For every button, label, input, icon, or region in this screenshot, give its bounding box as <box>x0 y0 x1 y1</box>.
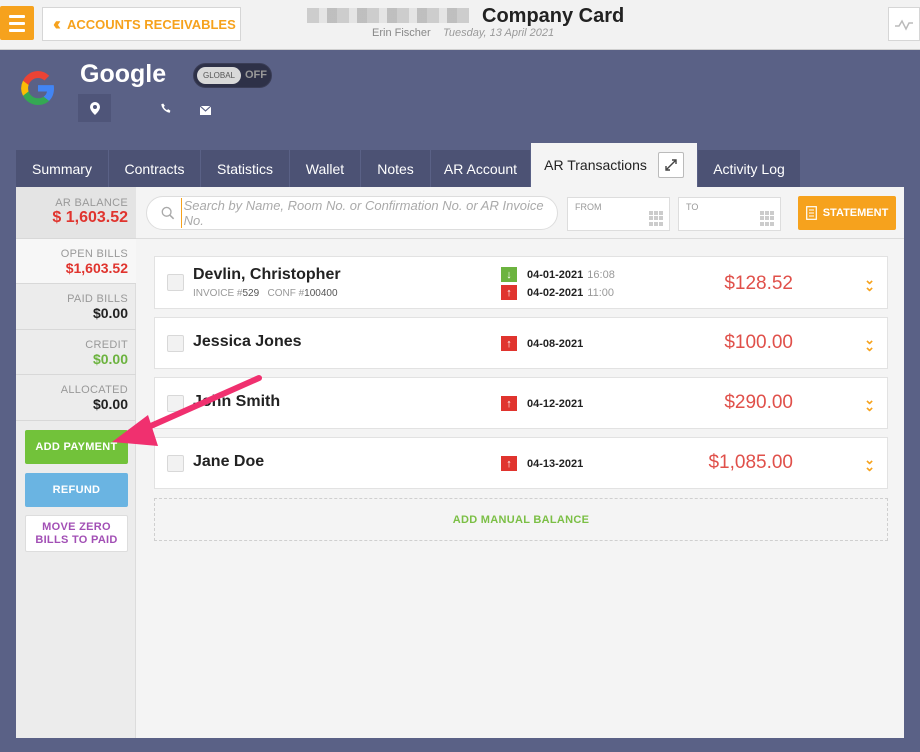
mail-icon[interactable] <box>199 102 212 120</box>
tab-contracts[interactable]: Contracts <box>109 150 200 187</box>
arrow-down-icon: ↓ <box>501 267 517 282</box>
departure-date: ↑ 04-13-2021 <box>501 456 583 471</box>
double-chevron-down-icon[interactable]: ⌄ ⌄ <box>864 273 875 293</box>
phone-icon[interactable] <box>161 101 172 119</box>
google-logo <box>16 66 60 110</box>
departure-date: ↑ 04-08-2021 <box>501 336 583 351</box>
guest-name: John Smith <box>193 393 281 410</box>
document-icon <box>805 206 817 220</box>
double-chevron-down-icon[interactable]: ⌄ ⌄ <box>864 333 875 353</box>
guest-name: Devlin, Christopher <box>193 266 341 283</box>
user-name: Erin Fischer <box>372 27 431 39</box>
back-to-accounts-receivables-button[interactable]: ‹‹ ACCOUNTS RECEIVABLES <box>42 7 241 41</box>
to-date-field[interactable]: TO <box>678 197 781 231</box>
credit-value: $0.00 <box>92 351 128 367</box>
add-manual-balance-button[interactable]: ADD MANUAL BALANCE <box>154 498 888 541</box>
activity-pulse-button[interactable] <box>888 7 920 41</box>
statement-button[interactable]: STATEMENT <box>798 196 896 230</box>
toolbar-divider <box>136 238 904 239</box>
search-icon <box>161 206 175 220</box>
row-checkbox[interactable] <box>167 455 184 472</box>
add-payment-button[interactable]: ADD PAYMENT <box>25 430 128 464</box>
search-placeholder: Search by Name, Room No. or Confirmation… <box>180 198 557 228</box>
transaction-amount: $128.52 <box>724 273 793 294</box>
pulse-icon <box>895 19 913 31</box>
transaction-row[interactable]: Devlin, Christopher INVOICE #529 CONF #1… <box>154 256 888 309</box>
transaction-row[interactable]: Jessica Jones ↑ 04-08-2021 $100.00 ⌄ ⌄ <box>154 317 888 369</box>
arrow-up-icon: ↑ <box>501 336 517 351</box>
tab-summary[interactable]: Summary <box>16 150 108 187</box>
expand-icon[interactable] <box>657 152 684 178</box>
double-chevron-down-icon[interactable]: ⌄ ⌄ <box>864 453 875 473</box>
departure-date: ↑ 04-12-2021 <box>501 396 583 411</box>
calendar-icon <box>760 211 775 226</box>
move-zero-bills-button[interactable]: MOVE ZERO BILLS TO PAID <box>25 515 128 552</box>
arrival-date: ↓ 04-01-2021 16:08 <box>501 267 615 282</box>
back-button-label: ACCOUNTS RECEIVABLES <box>67 16 236 32</box>
arrow-up-icon: ↑ <box>501 396 517 411</box>
global-toggle-knob: GLOBAL <box>197 67 241 84</box>
transaction-row[interactable]: Jane Doe ↑ 04-13-2021 $1,085.00 ⌄ ⌄ <box>154 437 888 489</box>
hamburger-menu-button[interactable] <box>0 6 34 40</box>
guest-name: Jessica Jones <box>193 333 302 350</box>
tab-statistics[interactable]: Statistics <box>201 150 289 187</box>
tab-ar-account[interactable]: AR Account <box>431 150 530 187</box>
open-bills-block[interactable]: OPEN BILLS $1,603.52 <box>16 239 136 284</box>
page-title: Company Card <box>482 5 625 27</box>
current-date: Tuesday, 13 April 2021 <box>443 27 555 39</box>
location-button[interactable] <box>78 94 111 122</box>
balance-sidebar: AR BALANCE $ 1,603.52 OPEN BILLS $1,603.… <box>16 187 136 738</box>
open-bills-value: $1,603.52 <box>65 260 128 276</box>
row-checkbox[interactable] <box>167 335 184 352</box>
ar-balance-block: AR BALANCE $ 1,603.52 <box>16 187 136 239</box>
tab-wallet[interactable]: Wallet <box>290 150 360 187</box>
global-toggle[interactable]: GLOBAL OFF <box>193 63 272 88</box>
tab-activity-log[interactable]: Activity Log <box>698 150 800 187</box>
top-bar: ‹‹ ACCOUNTS RECEIVABLES Company Card Eri… <box>0 0 920 50</box>
credit-block[interactable]: CREDIT $0.00 <box>16 330 136 375</box>
refund-button[interactable]: REFUND <box>25 473 128 507</box>
guest-name: Jane Doe <box>193 453 265 470</box>
global-toggle-state: OFF <box>245 69 267 81</box>
arrow-up-icon: ↑ <box>501 285 517 300</box>
transaction-row[interactable]: John Smith ↑ 04-12-2021 $290.00 ⌄ ⌄ <box>154 377 888 429</box>
tab-ar-transactions[interactable]: AR Transactions <box>531 143 697 187</box>
ar-balance-value: $ 1,603.52 <box>52 209 128 226</box>
transaction-amount: $100.00 <box>724 332 793 353</box>
customer-name: Google <box>80 60 167 88</box>
ar-transactions-panel: AR BALANCE $ 1,603.52 OPEN BILLS $1,603.… <box>16 187 904 738</box>
menu-icon <box>9 14 25 18</box>
departure-date: ↑ 04-02-2021 11:00 <box>501 285 614 300</box>
double-chevron-left-icon: ‹‹ <box>53 13 61 34</box>
tab-notes[interactable]: Notes <box>361 150 430 187</box>
transaction-amount: $1,085.00 <box>708 452 793 473</box>
double-chevron-down-icon[interactable]: ⌄ ⌄ <box>864 393 875 413</box>
calendar-icon <box>649 211 664 226</box>
blurred-hotel-name <box>307 8 469 23</box>
row-checkbox[interactable] <box>167 274 184 291</box>
allocated-block[interactable]: ALLOCATED $0.00 <box>16 375 136 421</box>
allocated-value: $0.00 <box>92 396 128 412</box>
transaction-amount: $290.00 <box>724 392 793 413</box>
paid-bills-value: $0.00 <box>92 305 128 321</box>
search-input[interactable]: Search by Name, Room No. or Confirmation… <box>146 196 558 230</box>
row-checkbox[interactable] <box>167 395 184 412</box>
arrow-up-icon: ↑ <box>501 456 517 471</box>
invoice-conf-info: INVOICE #529 CONF #100400 <box>193 288 338 299</box>
paid-bills-block[interactable]: PAID BILLS $0.00 <box>16 284 136 330</box>
location-pin-icon <box>89 101 100 115</box>
from-date-field[interactable]: FROM <box>567 197 670 231</box>
